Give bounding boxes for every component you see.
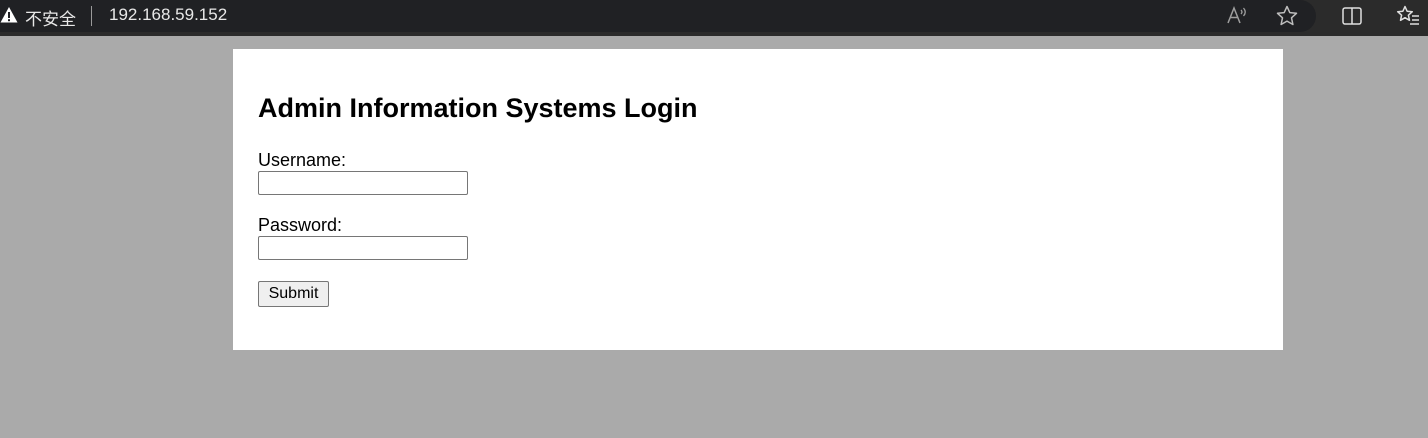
- split-screen-icon[interactable]: [1340, 4, 1364, 28]
- favorites-icon[interactable]: [1396, 4, 1420, 28]
- page-title: Admin Information Systems Login: [258, 93, 698, 123]
- login-panel: Admin Information Systems Login Username…: [233, 49, 1283, 350]
- url-text[interactable]: 192.168.59.152: [109, 5, 227, 25]
- browser-toolbar: 不安全 192.168.59.152: [0, 0, 1428, 36]
- address-bar[interactable]: 不安全 192.168.59.152: [0, 0, 1316, 32]
- warning-icon[interactable]: [0, 6, 18, 24]
- password-label: Password:: [258, 215, 343, 235]
- star-icon[interactable]: [1275, 4, 1299, 28]
- read-aloud-icon[interactable]: [1225, 4, 1249, 28]
- password-input[interactable]: [258, 236, 468, 260]
- address-divider: [91, 6, 92, 26]
- security-status-label[interactable]: 不安全: [25, 5, 76, 30]
- username-input[interactable]: [258, 171, 468, 195]
- submit-button[interactable]: Submit: [258, 281, 329, 307]
- username-label: Username:: [258, 150, 347, 170]
